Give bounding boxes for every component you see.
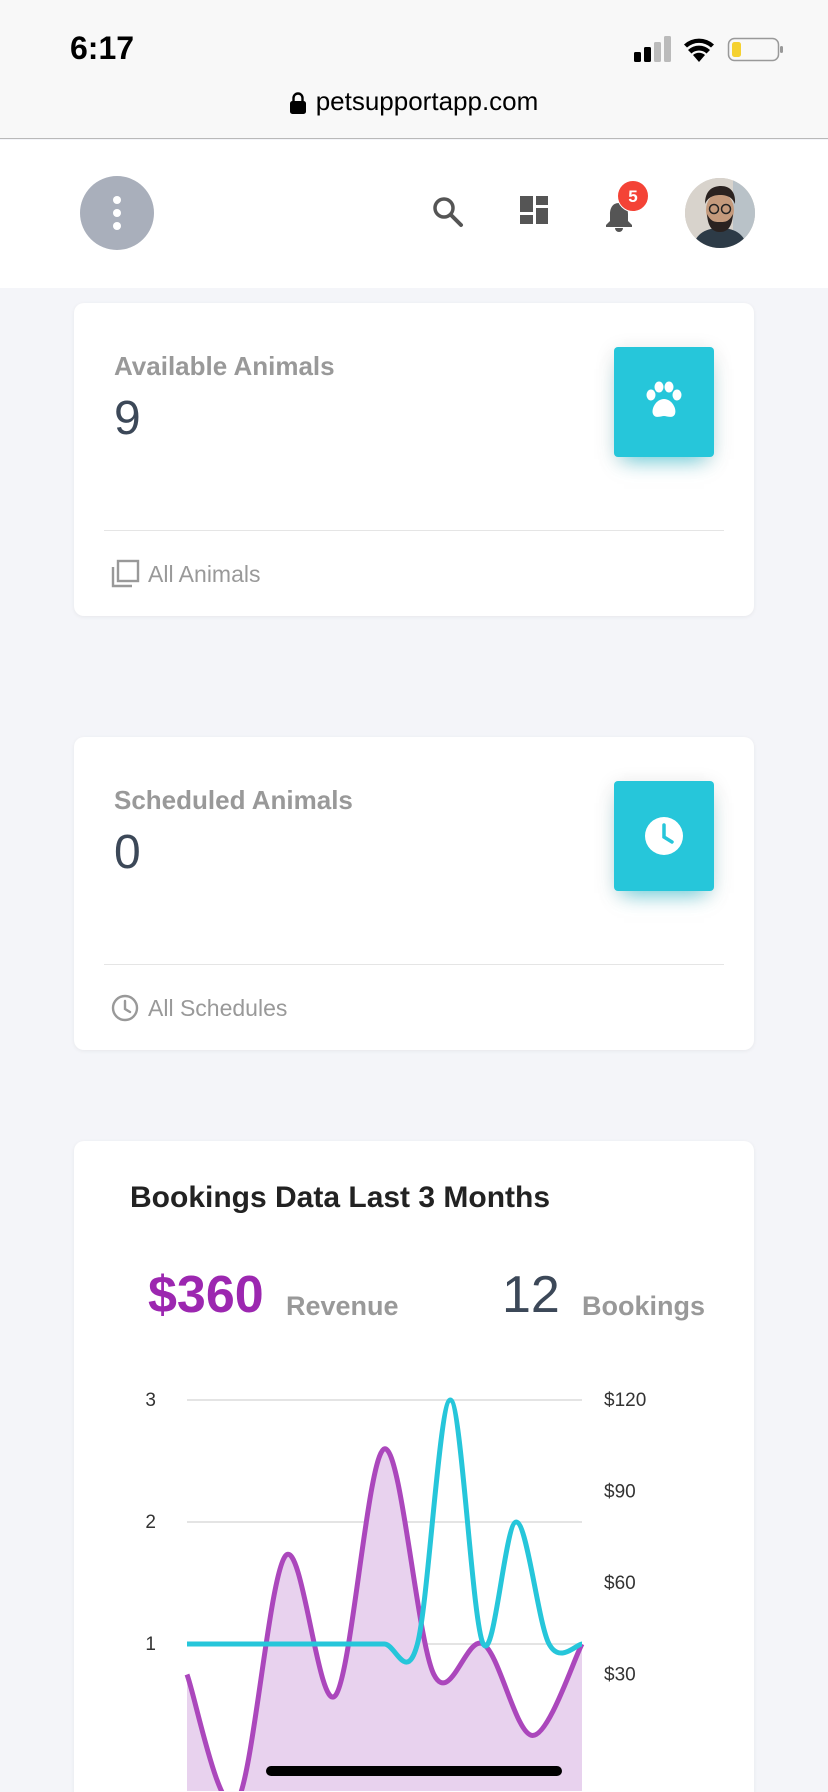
clock-time: 6:17: [70, 30, 135, 66]
footer-label: All Animals: [148, 560, 261, 587]
footer-label: All Schedules: [148, 994, 288, 1021]
available-animals-card: Available Animals 9 All Animals: [74, 303, 754, 616]
card-icon-box: [614, 347, 714, 457]
paw-icon: [646, 381, 682, 417]
y-right-tick-label: $120: [604, 1390, 646, 1411]
browser-status-bar: 6:17 petsupportapp.com: [0, 0, 828, 139]
battery-icon: [727, 37, 783, 62]
card-value: 0: [114, 826, 141, 879]
wifi-icon: [684, 38, 714, 62]
all-animals-link[interactable]: All Animals: [110, 559, 260, 589]
home-indicator: [266, 1766, 562, 1776]
search-icon[interactable]: [430, 194, 466, 230]
y-left-tick-label: 2: [145, 1512, 156, 1533]
menu-button[interactable]: [80, 176, 154, 250]
card-value: 9: [114, 392, 141, 445]
card-divider: [104, 964, 724, 965]
y-right-tick-label: $30: [604, 1665, 636, 1686]
clock-outline-icon: [111, 994, 139, 1022]
url-text: petsupportapp.com: [315, 86, 539, 116]
notification-badge: 5: [617, 180, 649, 212]
signal-icon: [634, 36, 671, 62]
revenue-area: [187, 1448, 582, 1791]
scheduled-animals-card: Scheduled Animals 0 All Schedules: [74, 737, 754, 1050]
all-schedules-link[interactable]: All Schedules: [110, 993, 287, 1023]
copy-icon: [111, 559, 140, 588]
avatar[interactable]: [685, 178, 755, 248]
card-divider: [104, 530, 724, 531]
y-left-tick-label: 3: [145, 1390, 156, 1411]
avatar-image: [685, 178, 755, 248]
dashboard-icon[interactable]: [518, 194, 550, 226]
app-header: 5: [0, 140, 828, 288]
card-title: Scheduled Animals: [114, 785, 353, 815]
clock-icon: [645, 817, 683, 855]
card-icon-box: [614, 781, 714, 891]
y-right-tick-label: $60: [604, 1573, 636, 1594]
status-icons: [634, 36, 783, 62]
bookings-card: Bookings Data Last 3 Months $360 Revenue…: [74, 1141, 754, 1792]
card-title: Available Animals: [114, 351, 335, 381]
lock-icon: [289, 92, 306, 115]
address-bar[interactable]: petsupportapp.com: [0, 86, 828, 117]
y-right-tick-label: $90: [604, 1482, 636, 1503]
y-left-tick-label: 1: [145, 1634, 156, 1655]
bookings-line-chart: 1 2 3 $30 $60 $90 $120: [145, 1390, 646, 1791]
